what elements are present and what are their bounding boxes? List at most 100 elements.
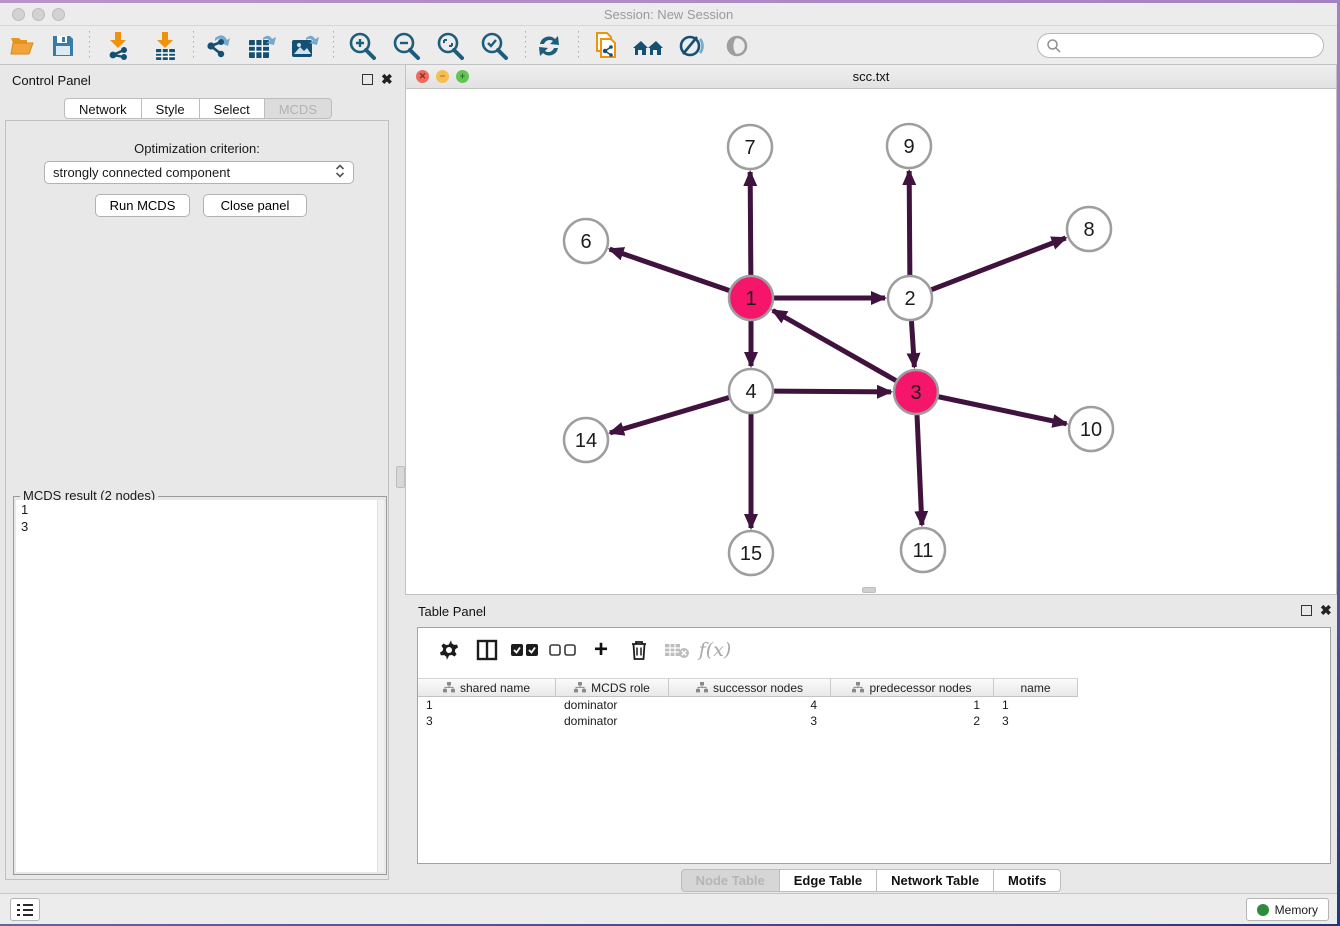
export-network-icon[interactable] — [202, 33, 236, 59]
graph-node-6[interactable]: 6 — [564, 219, 608, 263]
network-home-icon[interactable] — [631, 33, 665, 59]
table-float-icon[interactable] — [1301, 605, 1312, 616]
graph-node-9[interactable]: 9 — [887, 124, 931, 168]
graph-node-10[interactable]: 10 — [1069, 407, 1113, 451]
result-scrollbar[interactable] — [377, 500, 384, 872]
table-cell[interactable]: 1 — [994, 697, 1078, 713]
export-table-icon[interactable] — [245, 33, 279, 59]
table-tab-motifs[interactable]: Motifs — [994, 869, 1061, 892]
graph-node-3[interactable]: 3 — [894, 370, 938, 414]
graph-node-2[interactable]: 2 — [888, 276, 932, 320]
table-tab-edge-table[interactable]: Edge Table — [780, 869, 877, 892]
clone-network-icon[interactable] — [588, 33, 622, 59]
optimization-criterion-select[interactable]: strongly connected component — [44, 161, 354, 184]
table-cell[interactable]: dominator — [556, 713, 669, 729]
add-column-icon[interactable]: + — [582, 635, 620, 665]
network-window-titlebar[interactable]: ✕ − + scc.txt — [406, 65, 1336, 89]
graph-node-8[interactable]: 8 — [1067, 207, 1111, 251]
column-header-predecessor-nodes[interactable]: predecessor nodes — [831, 678, 994, 697]
open-session-icon[interactable] — [6, 33, 40, 59]
graph-node-1[interactable]: 1 — [729, 276, 773, 320]
table-cell[interactable]: 1 — [418, 697, 556, 713]
network-canvas[interactable]: 7 9 6 8 1 2 4 3 14 10 15 11 — [406, 89, 1336, 594]
memory-button[interactable]: Memory — [1246, 898, 1329, 921]
table-cell[interactable]: 4 — [669, 697, 831, 713]
mcds-result-text[interactable]: 1 3 — [16, 500, 384, 872]
graph-edge-2-3[interactable] — [911, 321, 914, 367]
svg-text:4: 4 — [745, 381, 756, 403]
svg-text:9: 9 — [903, 136, 914, 158]
tab-style[interactable]: Style — [142, 98, 200, 119]
table-cell[interactable]: 2 — [831, 713, 994, 729]
column-header-MCDS-role[interactable]: MCDS role — [556, 678, 669, 697]
function-builder-icon[interactable]: f(x) — [696, 635, 734, 665]
select-all-checkboxes-icon[interactable] — [506, 635, 544, 665]
search-box[interactable] — [1037, 33, 1324, 58]
table-toolbar: + f(x) — [418, 628, 1330, 672]
table-cell[interactable]: dominator — [556, 697, 669, 713]
deselect-all-checkboxes-icon[interactable] — [544, 635, 582, 665]
graph-edge-1-7[interactable] — [750, 172, 751, 275]
table-tab-node-table[interactable]: Node Table — [681, 869, 780, 892]
network-window-title: scc.txt — [406, 69, 1336, 84]
table-cell[interactable]: 3 — [418, 713, 556, 729]
control-panel-title: Control Panel — [12, 73, 91, 88]
graph-edge-3-10[interactable] — [939, 397, 1067, 424]
import-network-icon[interactable] — [101, 33, 135, 59]
graph-edge-3-11[interactable] — [917, 415, 922, 525]
graph-node-4[interactable]: 4 — [729, 369, 773, 413]
table-row[interactable]: 1dominator411 — [418, 697, 1078, 713]
app-window: Session: New Session — [0, 3, 1337, 924]
graph-node-15[interactable]: 15 — [729, 531, 773, 575]
search-input[interactable] — [1062, 38, 1323, 53]
table-cell[interactable]: 3 — [669, 713, 831, 729]
memory-label: Memory — [1275, 903, 1318, 917]
column-header-shared-name[interactable]: shared name — [418, 678, 556, 697]
column-view-icon[interactable] — [468, 635, 506, 665]
zoom-in-icon[interactable] — [345, 33, 379, 59]
tab-mcds[interactable]: MCDS — [265, 98, 332, 119]
graph-edge-4-3[interactable] — [774, 391, 891, 392]
refresh-icon[interactable] — [532, 33, 566, 59]
hide-graphics-icon[interactable] — [675, 33, 709, 59]
column-header-name[interactable]: name — [994, 678, 1078, 697]
table-cell[interactable]: 1 — [831, 697, 994, 713]
zoom-out-icon[interactable] — [389, 33, 423, 59]
tab-network[interactable]: Network — [64, 98, 142, 119]
task-history-button[interactable] — [10, 898, 40, 921]
table-close-icon[interactable]: ✖ — [1320, 602, 1332, 619]
main-toolbar — [0, 26, 1337, 65]
show-graphics-icon[interactable] — [720, 33, 754, 59]
graph-edge-3-1[interactable] — [773, 310, 896, 380]
list-icon — [16, 903, 34, 917]
table-row[interactable]: 3dominator323 — [418, 713, 1078, 729]
save-session-icon[interactable] — [46, 33, 80, 59]
table-cell[interactable]: 3 — [994, 713, 1078, 729]
export-image-icon[interactable] — [288, 33, 322, 59]
graph-node-14[interactable]: 14 — [564, 418, 608, 462]
control-panel-tabs: NetworkStyleSelectMCDS — [0, 98, 396, 119]
table-panel-title: Table Panel — [418, 604, 486, 619]
delete-table-icon[interactable] — [658, 635, 696, 665]
float-panel-icon[interactable] — [362, 74, 373, 85]
import-table-icon[interactable] — [148, 33, 182, 59]
panel-divider-handle[interactable] — [396, 466, 405, 488]
window-title: Session: New Session — [0, 7, 1337, 22]
gear-icon[interactable] — [430, 635, 468, 665]
graph-edge-2-8[interactable] — [931, 238, 1065, 290]
graph-node-11[interactable]: 11 — [901, 528, 945, 572]
column-header-successor-nodes[interactable]: successor nodes — [669, 678, 831, 697]
graph-node-7[interactable]: 7 — [728, 125, 772, 169]
zoom-selected-icon[interactable] — [477, 33, 511, 59]
graph-edge-4-14[interactable] — [610, 398, 729, 433]
zoom-fit-icon[interactable] — [433, 33, 467, 59]
delete-columns-icon[interactable] — [620, 635, 658, 665]
canvas-scroll-nub[interactable] — [862, 587, 876, 593]
graph-edge-2-9[interactable] — [909, 171, 910, 275]
close-panel-icon[interactable]: ✖ — [381, 71, 393, 88]
tab-select[interactable]: Select — [200, 98, 265, 119]
graph-edge-1-6[interactable] — [610, 249, 730, 290]
run-mcds-button[interactable]: Run MCDS — [95, 194, 190, 217]
table-tab-network-table[interactable]: Network Table — [877, 869, 994, 892]
close-panel-button[interactable]: Close panel — [203, 194, 307, 217]
